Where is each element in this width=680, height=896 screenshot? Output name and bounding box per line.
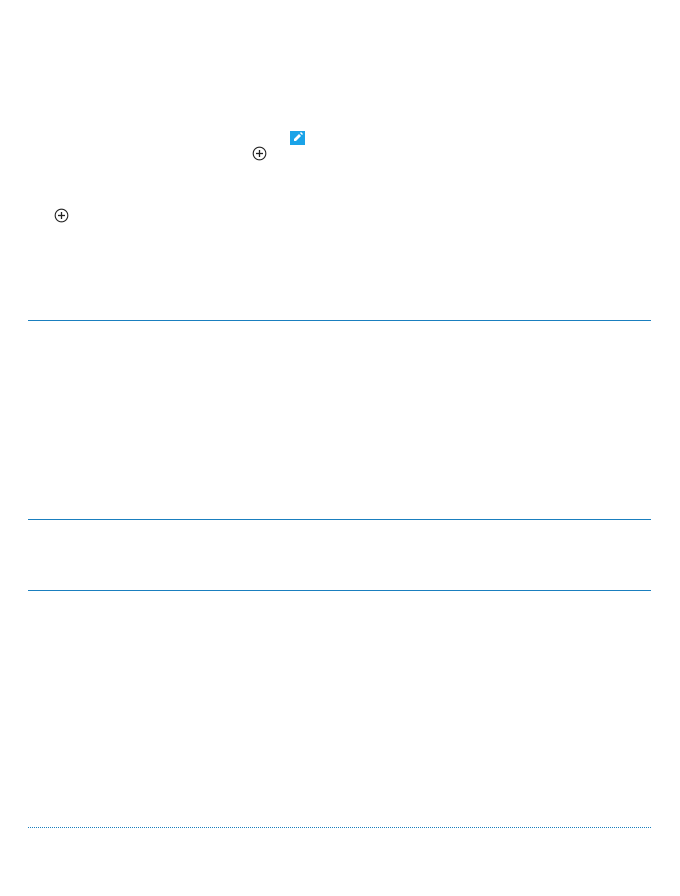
edit-tile-icon (290, 131, 305, 145)
add-circle-icon (54, 208, 69, 223)
section-divider (28, 519, 651, 520)
footer-divider (28, 827, 651, 828)
add-circle-icon (252, 146, 267, 161)
document-page (0, 0, 680, 896)
section-divider (28, 320, 651, 321)
section-divider (28, 590, 651, 591)
